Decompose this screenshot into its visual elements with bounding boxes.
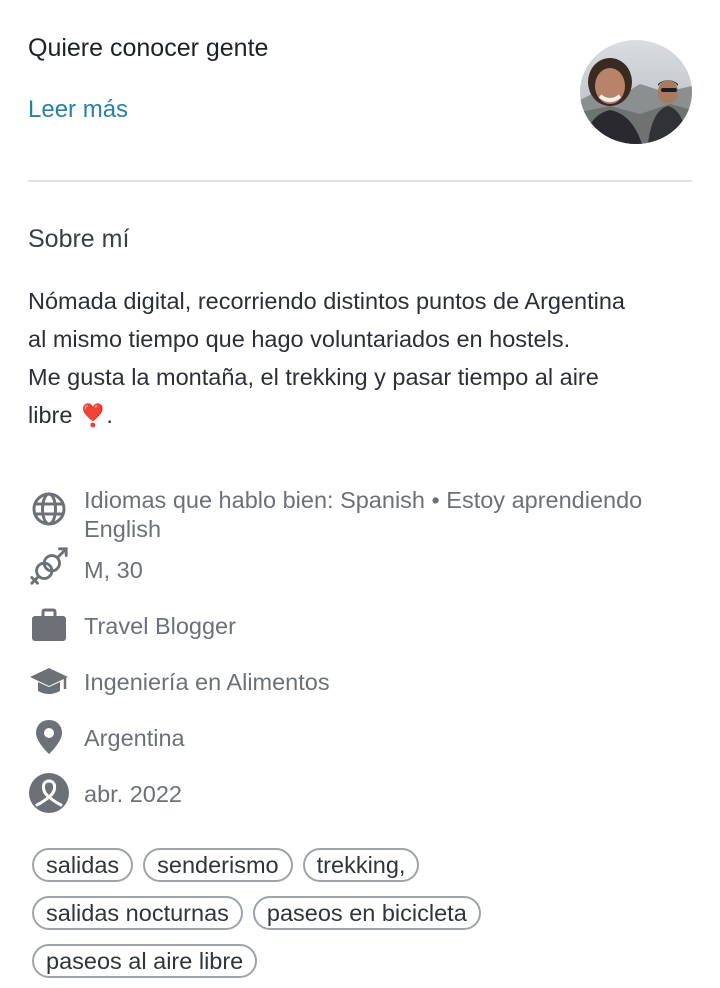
about-line: al mismo tiempo que hago voluntariados e… [28,326,571,352]
detail-location: Argentina [28,720,698,780]
profile-headline: Quiere conocer gente [28,34,269,62]
globe-icon [28,488,70,530]
detail-text: abr. 2022 [84,781,183,807]
section-divider [28,180,692,182]
gender-icon [28,546,70,588]
member-since-icon [28,772,70,814]
detail-text: English [84,516,162,542]
detail-text: Argentina [84,725,185,751]
about-line: Nómada digital, recorriendo distintos pu… [28,288,626,314]
detail-text: Ingeniería en Alimentos [84,669,330,695]
about-end: . [106,402,113,428]
detail-occupation: Travel Blogger [28,608,698,668]
profile-details: Idiomas que hablo bien: Spanish • Estoy … [28,486,698,836]
graduation-cap-icon [28,660,70,702]
detail-languages: Idiomas que hablo bien: Spanish • Estoy … [28,486,698,556]
about-title: Sobre mí [28,225,130,253]
tag-row: salidas nocturnas paseos en bicicleta [32,896,692,930]
interest-tag[interactable]: salidas nocturnas [32,896,243,930]
detail-member-since: abr. 2022 [28,773,698,836]
interest-tag[interactable]: paseos en bicicleta [252,896,481,930]
interest-tag[interactable]: senderismo [143,848,293,882]
about-line-text: libre [28,402,73,428]
tag-row: salidas senderismo trekking, [32,848,692,882]
about-line: Me gusta la montaña, el trekking y pasar… [28,364,599,390]
detail-text: Travel Blogger [84,613,236,639]
heart-emoji: ❣️ [78,403,107,428]
profile-header: Quiere conocer gente Leer más [28,0,692,182]
interest-tag[interactable]: trekking, [302,848,420,882]
avatar-photo [580,40,692,144]
avatar[interactable] [580,40,692,144]
detail-text: Idiomas que hablo bien: Spanish • Estoy … [84,487,643,513]
interest-tag[interactable]: paseos al aire libre [32,944,258,978]
briefcase-icon [28,604,70,646]
read-more-link[interactable]: Leer más [28,96,128,124]
detail-education: Ingeniería en Alimentos [28,668,698,724]
detail-text: M, 30 [84,557,143,583]
about-text: Nómada digital, recorriendo distintos pu… [28,282,698,435]
location-pin-icon [28,716,70,758]
interest-tag[interactable]: salidas [32,848,134,882]
about-line: libre ❣️. [28,396,698,435]
detail-gender-age: M, 30 [28,547,698,612]
tag-row: paseos al aire libre [32,944,692,978]
interest-tags: salidas senderismo trekking, salidas noc… [32,848,692,988]
